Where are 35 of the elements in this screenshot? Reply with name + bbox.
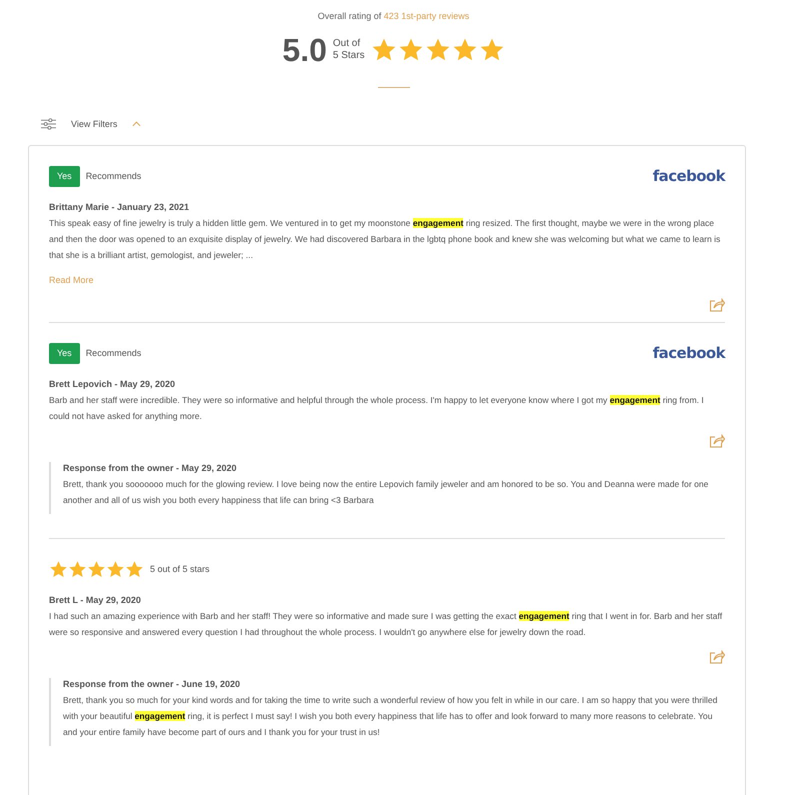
- response-title: Response from the owner - May 29, 2020: [63, 462, 238, 474]
- response-title: Response from the owner - June 19, 2020: [63, 678, 242, 690]
- recommend-label: Recommends: [86, 171, 142, 181]
- reviews-link[interactable]: 423 1st-party reviews: [384, 11, 470, 21]
- read-more-link[interactable]: Read More: [49, 275, 94, 285]
- scale-label: 5 Stars: [332, 50, 365, 62]
- share-icon[interactable]: [709, 434, 725, 448]
- source-logo: facebook: [652, 167, 725, 185]
- review-author: Brett L - May 29, 2020: [49, 594, 142, 606]
- filter-icon: [41, 118, 56, 130]
- star-icon: [370, 37, 397, 63]
- review-author: Brittany Marie - January 23, 2021: [49, 201, 190, 213]
- star-icon: [68, 560, 87, 578]
- source-logo: facebook: [652, 344, 725, 362]
- star-icon: [106, 560, 125, 578]
- rating-summary: Overall rating of 423 1st-party reviews: [318, 10, 470, 22]
- rating-label: 5 out of 5 stars: [150, 564, 210, 574]
- response-text: Brett, thank you sooooooo much for the glowing review. I love being now the entire Lepovich family jeweler and am honored to be so. You and Deanna were made for one another and all of us wish you both every happiness that life can bring <3 Barbara: [63, 478, 710, 507]
- star-icon: [478, 37, 505, 63]
- share-icon[interactable]: [709, 298, 725, 312]
- star-icon: [452, 37, 478, 63]
- out-of-label: Out of: [332, 38, 362, 50]
- recommend-label: Recommends: [86, 348, 142, 358]
- star-icon: [125, 560, 144, 578]
- star-icon: [398, 37, 424, 63]
- share-icon[interactable]: [709, 650, 725, 664]
- star-icon: [424, 37, 451, 63]
- rating-score: 5.0: [282, 32, 327, 68]
- recommend-badge: Yes: [49, 166, 80, 186]
- star-icon: [87, 560, 106, 578]
- chevron-icon: [132, 121, 142, 127]
- view-filters-toggle[interactable]: View Filters: [41, 117, 147, 131]
- review-author: Brett Lepovich - May 29, 2020: [49, 378, 176, 390]
- star-icon: [49, 560, 68, 578]
- recommend-badge: Yes: [49, 342, 80, 364]
